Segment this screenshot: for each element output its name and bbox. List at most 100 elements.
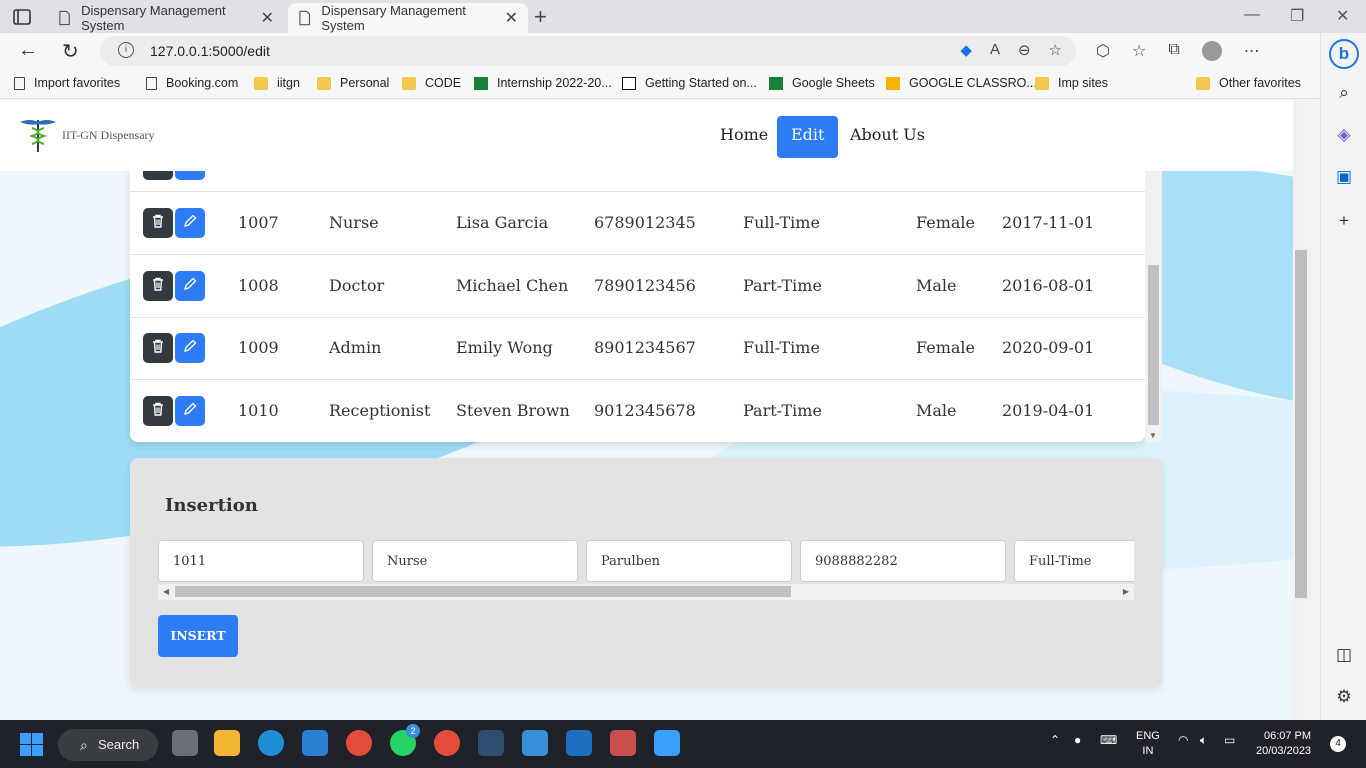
- copilot-icon[interactable]: ◈: [1321, 125, 1366, 145]
- scroll-left-icon[interactable]: ◀: [163, 587, 169, 596]
- info-icon[interactable]: i: [118, 42, 134, 58]
- back-arrow-icon[interactable]: ←: [18, 39, 38, 62]
- favorite-item[interactable]: CODE: [402, 76, 461, 90]
- scrollbar-thumb[interactable]: [1148, 265, 1159, 425]
- keyboard-icon[interactable]: ⌨: [1100, 733, 1117, 747]
- edit-button[interactable]: [175, 208, 205, 238]
- tab-actions-icon[interactable]: [12, 7, 32, 27]
- nav-home[interactable]: Home: [706, 116, 782, 158]
- role-input[interactable]: [372, 540, 578, 582]
- favorite-item[interactable]: Personal: [317, 76, 389, 90]
- favorite-item[interactable]: Imp sites: [1035, 76, 1108, 90]
- mysql-icon[interactable]: [478, 730, 504, 756]
- windows-start-icon[interactable]: [20, 733, 43, 756]
- edit-button[interactable]: [175, 395, 205, 426]
- edit-button[interactable]: [175, 170, 205, 180]
- favorite-item[interactable]: Google Sheets: [769, 76, 875, 90]
- vscode-icon[interactable]: [302, 730, 328, 756]
- employment-type-input[interactable]: [1014, 540, 1134, 582]
- close-icon[interactable]: ✕: [505, 8, 518, 28]
- insert-button[interactable]: INSERT: [158, 615, 238, 657]
- wifi-icon[interactable]: ◠: [1178, 733, 1188, 747]
- favorite-item[interactable]: iitgn: [254, 76, 300, 90]
- edit-button[interactable]: [175, 333, 205, 363]
- delete-button[interactable]: [143, 170, 173, 180]
- extensions-icon[interactable]: ⬡: [1096, 41, 1110, 61]
- taskbar-search[interactable]: ⌕ Search: [58, 729, 158, 761]
- settings-gear-icon[interactable]: ⚙: [1321, 687, 1366, 707]
- favorites-icon[interactable]: ☆: [1132, 41, 1146, 61]
- search-icon[interactable]: ⌕: [1321, 83, 1366, 103]
- file-explorer-icon[interactable]: [214, 730, 240, 756]
- scroll-down-icon[interactable]: ▼: [1149, 431, 1157, 440]
- close-icon[interactable]: ✕: [261, 8, 274, 28]
- task-view-icon[interactable]: [172, 730, 198, 756]
- browser-tab-2[interactable]: Dispensary Management System ✕: [288, 3, 528, 33]
- refresh-icon[interactable]: ↻: [62, 39, 79, 64]
- nav-edit[interactable]: Edit: [777, 116, 839, 158]
- favorite-item[interactable]: Booking.com: [146, 76, 238, 90]
- favorite-item[interactable]: Import favorites: [14, 76, 120, 90]
- phone-input[interactable]: [800, 540, 1006, 582]
- site-logo[interactable]: IIT-GN Dispensary: [18, 116, 155, 154]
- battery-icon[interactable]: ▭: [1224, 733, 1235, 747]
- delete-button[interactable]: [143, 395, 173, 426]
- delete-button[interactable]: [143, 208, 173, 238]
- zoom-icon[interactable]: ⊖: [1018, 41, 1031, 59]
- address-bar[interactable]: i 127.0.0.1:5000/edit ◆ A ⊖ ☆: [100, 36, 1076, 66]
- chrome-icon[interactable]: [346, 730, 372, 756]
- whatsapp-icon[interactable]: 2: [390, 724, 420, 756]
- table-row: 1008 Doctor Michael Chen 7890123456 Part-Tim…: [130, 255, 1145, 318]
- scroll-right-icon[interactable]: ▶: [1123, 587, 1129, 596]
- add-icon[interactable]: +: [1321, 211, 1366, 231]
- edge-sidebar: b ⌕ ◈ ▣ + ◫ ⚙: [1320, 33, 1366, 720]
- notepad-icon[interactable]: [522, 730, 548, 756]
- favorite-item[interactable]: Other favorites: [1196, 76, 1301, 90]
- new-tab-icon[interactable]: +: [534, 4, 547, 30]
- page-scrollbar[interactable]: [1293, 100, 1310, 720]
- language-indicator[interactable]: ENG IN: [1136, 729, 1160, 759]
- id-input[interactable]: [158, 540, 364, 582]
- tag-icon[interactable]: ◆: [960, 41, 972, 59]
- cell-phone: 6789012345: [594, 213, 696, 232]
- chevron-up-icon[interactable]: ⌃: [1050, 733, 1060, 747]
- minimize-icon[interactable]: —: [1244, 6, 1260, 24]
- nav-about-us[interactable]: About Us: [836, 116, 939, 158]
- window-close-icon[interactable]: ✕: [1336, 6, 1349, 26]
- horizontal-scrollbar[interactable]: ◀ ▶: [158, 584, 1134, 600]
- edit-button[interactable]: [175, 270, 205, 301]
- favorite-item[interactable]: Internship 2022-20...: [474, 76, 612, 90]
- sidebar-toggle-icon[interactable]: ◫: [1321, 645, 1366, 665]
- delete-button[interactable]: [143, 270, 173, 301]
- clock[interactable]: 06:07 PM 20/03/2023: [1256, 729, 1311, 759]
- logo-text: IIT-GN Dispensary: [62, 127, 155, 142]
- browser-tab-1[interactable]: Dispensary Management System ✕: [48, 3, 284, 33]
- app-tray-icon[interactable]: ●: [1074, 733, 1081, 747]
- outlook-icon[interactable]: ▣: [1321, 167, 1366, 187]
- add-favorite-icon[interactable]: ☆: [1049, 41, 1062, 59]
- read-aloud-icon[interactable]: A: [990, 41, 1000, 59]
- delete-button[interactable]: [143, 333, 173, 363]
- name-input[interactable]: [586, 540, 792, 582]
- photos-icon[interactable]: [654, 730, 680, 756]
- bing-icon[interactable]: b: [1321, 39, 1366, 69]
- scrollbar-thumb[interactable]: [1295, 250, 1307, 598]
- volume-icon[interactable]: 🔈︎: [1200, 733, 1207, 748]
- profile-avatar[interactable]: [1201, 41, 1222, 61]
- scrollbar-thumb[interactable]: [175, 586, 791, 597]
- collections-icon[interactable]: ⧉: [1168, 41, 1179, 61]
- favorite-item[interactable]: GOOGLE CLASSRO...: [886, 76, 1037, 90]
- cell-id: 1007: [238, 213, 279, 232]
- cell-phone: 9012345678: [594, 400, 696, 420]
- snipping-tool-icon[interactable]: [610, 730, 636, 756]
- more-menu-icon[interactable]: ⋯: [1244, 41, 1260, 61]
- table-scrollbar[interactable]: ▼: [1145, 170, 1162, 442]
- chrome-profile-icon[interactable]: [434, 730, 460, 756]
- restore-icon[interactable]: ❐: [1290, 6, 1304, 26]
- notification-count-badge[interactable]: 4: [1330, 736, 1346, 752]
- cell-id: 1010: [238, 400, 279, 420]
- app-icon[interactable]: [566, 730, 592, 756]
- favorite-item[interactable]: Getting Started on...: [622, 76, 757, 90]
- edge-icon[interactable]: [258, 730, 284, 756]
- trash-icon: [150, 213, 166, 233]
